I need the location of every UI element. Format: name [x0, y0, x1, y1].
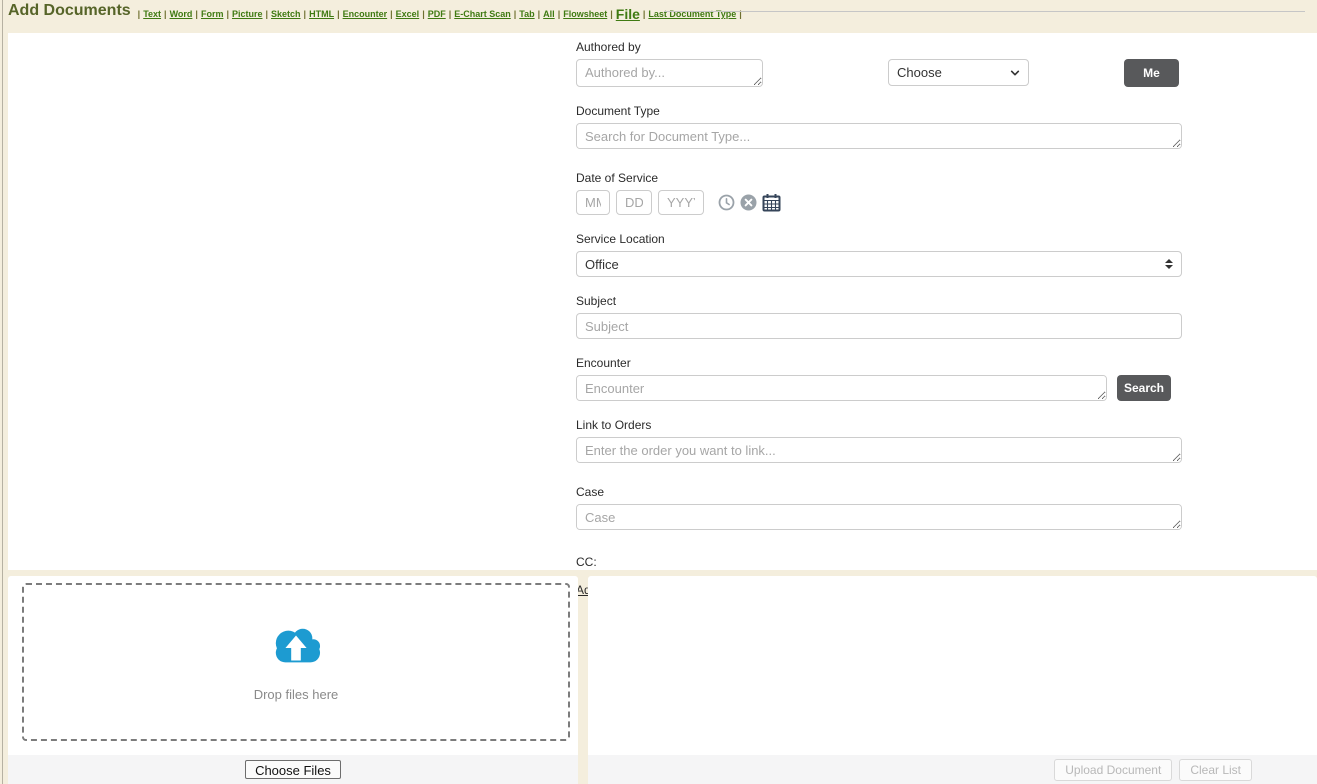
doc-type-link-file[interactable]: File: [616, 6, 640, 22]
doc-type-link-html[interactable]: HTML: [309, 9, 334, 19]
doc-type-link-form[interactable]: Form: [201, 9, 224, 19]
x-circle-icon[interactable]: [740, 194, 757, 211]
doc-type-link-pdf[interactable]: PDF: [428, 9, 446, 19]
doc-type-links: |Text|Word|Form|Picture|Sketch|HTML|Enco…: [135, 2, 745, 22]
document-type-label: Document Type: [576, 104, 1182, 118]
date-yyyy-input[interactable]: [658, 190, 704, 215]
cloud-upload-icon: [265, 622, 327, 677]
link-separator: |: [422, 9, 425, 19]
doc-type-link-word[interactable]: Word: [170, 9, 193, 19]
encounter-label: Encounter: [576, 356, 1182, 370]
doc-type-link-text[interactable]: Text: [143, 9, 161, 19]
drop-files-text: Drop files here: [254, 687, 339, 702]
authored-by-label: Authored by: [576, 40, 1182, 54]
upload-document-button[interactable]: Upload Document: [1054, 759, 1172, 781]
link-separator: |: [164, 9, 167, 19]
link-to-orders-label: Link to Orders: [576, 418, 1182, 432]
authored-by-choose-select[interactable]: Choose: [888, 59, 1029, 86]
link-separator: |: [266, 9, 269, 19]
doc-type-link-excel[interactable]: Excel: [396, 9, 420, 19]
document-type-input[interactable]: [576, 123, 1182, 149]
link-separator: |: [337, 9, 340, 19]
doc-type-link-all[interactable]: All: [543, 9, 555, 19]
header-divider: [664, 11, 1305, 12]
date-mm-input[interactable]: [576, 190, 610, 215]
case-input[interactable]: [576, 504, 1182, 530]
link-separator: |: [558, 9, 561, 19]
link-separator: |: [514, 9, 517, 19]
service-location-label: Service Location: [576, 232, 1182, 246]
link-to-orders-input[interactable]: [576, 437, 1182, 463]
cc-label: CC:: [576, 555, 1182, 569]
page-title: Add Documents: [8, 2, 131, 20]
clear-list-button[interactable]: Clear List: [1179, 759, 1252, 781]
link-separator: |: [226, 9, 229, 19]
date-dd-input[interactable]: [616, 190, 652, 215]
choose-files-bar: Choose Files: [8, 755, 578, 784]
clock-icon[interactable]: [718, 194, 735, 211]
subject-input[interactable]: [576, 313, 1182, 339]
calendar-icon[interactable]: [762, 193, 781, 212]
link-separator: |: [304, 9, 307, 19]
document-form: Authored by Choose Me Document Type Date…: [576, 33, 1182, 599]
add-document-panel: Authored by Choose Me Document Type Date…: [8, 33, 1317, 570]
upload-actions-bar: Upload Document Clear List: [588, 755, 1317, 784]
choose-files-button[interactable]: Choose Files: [245, 760, 341, 779]
file-dropzone[interactable]: Drop files here: [22, 583, 570, 741]
doc-type-link-e-chart-scan[interactable]: E-Chart Scan: [454, 9, 511, 19]
service-location-select[interactable]: Office: [576, 251, 1182, 277]
date-of-service-label: Date of Service: [576, 171, 1182, 185]
link-separator: |: [138, 9, 141, 19]
subject-label: Subject: [576, 294, 1182, 308]
authored-by-input[interactable]: [576, 59, 763, 87]
link-separator: |: [538, 9, 541, 19]
link-separator: |: [195, 9, 198, 19]
doc-type-link-flowsheet[interactable]: Flowsheet: [563, 9, 607, 19]
upload-actions-panel: Upload Document Clear List: [588, 576, 1317, 784]
file-drop-panel: Drop files here Choose Files: [8, 576, 578, 784]
doc-type-link-picture[interactable]: Picture: [232, 9, 263, 19]
left-border-rule: [2, 0, 3, 784]
case-label: Case: [576, 485, 1182, 499]
link-separator: |: [449, 9, 452, 19]
link-separator: |: [390, 9, 393, 19]
encounter-input[interactable]: [576, 375, 1107, 401]
link-separator: |: [643, 9, 646, 19]
link-separator: |: [610, 9, 613, 19]
doc-type-link-encounter[interactable]: Encounter: [343, 9, 388, 19]
encounter-search-button[interactable]: Search: [1117, 375, 1171, 401]
doc-type-link-tab[interactable]: Tab: [519, 9, 534, 19]
doc-type-link-sketch[interactable]: Sketch: [271, 9, 301, 19]
header: Add Documents |Text|Word|Form|Picture|Sk…: [8, 0, 1317, 33]
me-button[interactable]: Me: [1124, 59, 1179, 87]
